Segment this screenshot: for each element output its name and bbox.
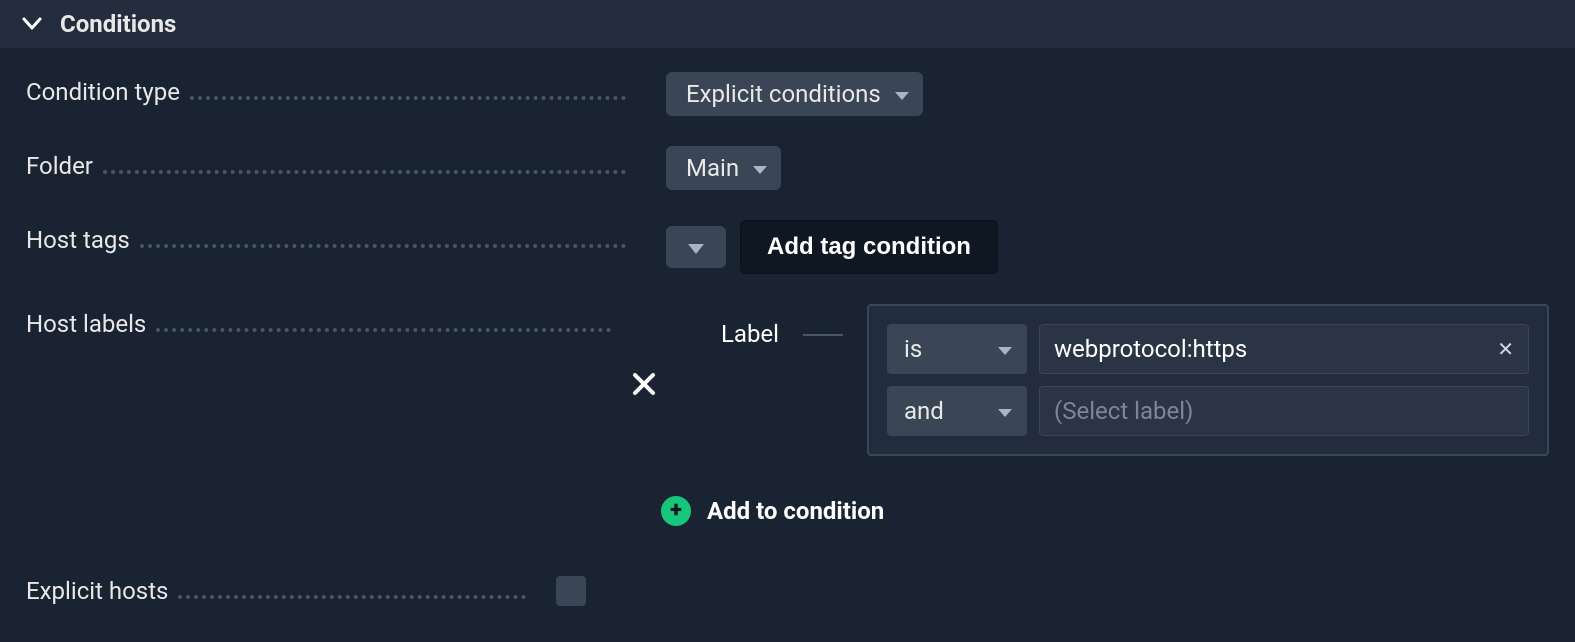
- dots-divider: [140, 226, 626, 248]
- caret-down-icon: [895, 92, 909, 100]
- host-labels-label: Host labels: [26, 310, 156, 338]
- label-value-input[interactable]: (Select label): [1039, 386, 1529, 436]
- label-operator-select[interactable]: is: [887, 324, 1027, 374]
- add-to-condition-button[interactable]: + Add to condition: [661, 496, 1549, 526]
- caret-down-icon: [688, 244, 704, 254]
- caret-down-icon: [998, 409, 1012, 417]
- label-value-input[interactable]: webprotocol:https ✕: [1039, 324, 1529, 374]
- label-value-text: webprotocol:https: [1054, 335, 1247, 363]
- dots-divider: [178, 577, 526, 599]
- section-title: Conditions: [60, 10, 176, 38]
- label-placeholder: (Select label): [1054, 397, 1193, 425]
- conditions-section-header[interactable]: Conditions: [0, 0, 1575, 48]
- label-conditions-box: is webprotocol:https ✕ and: [867, 304, 1549, 456]
- explicit-hosts-label: Explicit hosts: [26, 577, 178, 605]
- label-row: and (Select label): [887, 386, 1529, 436]
- folder-select[interactable]: Main: [666, 146, 781, 190]
- add-to-condition-label: Add to condition: [707, 497, 884, 525]
- dots-divider: [190, 78, 626, 100]
- dots-divider: [156, 310, 611, 332]
- condition-type-label: Condition type: [26, 78, 190, 106]
- caret-down-icon: [998, 347, 1012, 355]
- condition-type-select[interactable]: Explicit conditions: [666, 72, 923, 116]
- host-tags-label: Host tags: [26, 226, 140, 254]
- plus-circle-icon: +: [661, 496, 691, 526]
- label-row: is webprotocol:https ✕: [887, 324, 1529, 374]
- condition-type-value: Explicit conditions: [686, 80, 881, 108]
- clear-label-icon[interactable]: ✕: [1497, 337, 1514, 361]
- folder-value: Main: [686, 154, 739, 182]
- connector-line: [803, 334, 843, 336]
- label-operator-select[interactable]: and: [887, 386, 1027, 436]
- chevron-down-icon: [22, 17, 42, 31]
- folder-label: Folder: [26, 152, 103, 180]
- add-tag-condition-button[interactable]: Add tag condition: [740, 220, 998, 274]
- remove-label-group-button[interactable]: [631, 370, 657, 405]
- label-operator-value: is: [904, 335, 922, 363]
- label-operator-value: and: [904, 397, 944, 425]
- dots-divider: [103, 152, 626, 174]
- label-group-title: Label: [721, 304, 779, 348]
- host-tags-dropdown[interactable]: [666, 226, 726, 268]
- caret-down-icon: [753, 166, 767, 174]
- explicit-hosts-checkbox[interactable]: [556, 576, 586, 606]
